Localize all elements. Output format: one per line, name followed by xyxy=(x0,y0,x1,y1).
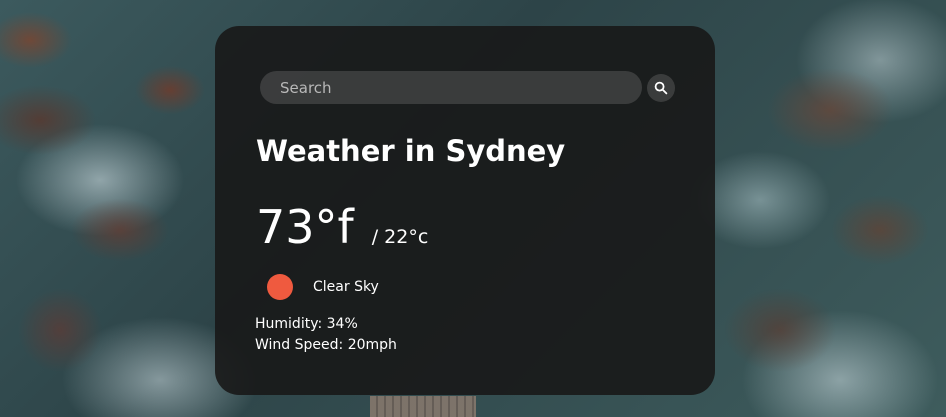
condition-description: Clear Sky xyxy=(313,279,379,295)
temperature-fahrenheit: 73°f xyxy=(256,200,354,254)
search-input[interactable] xyxy=(260,71,642,104)
search-bar xyxy=(260,70,675,105)
weather-details: Humidity: 34% Wind Speed: 20mph xyxy=(255,314,397,356)
search-button[interactable] xyxy=(647,74,675,102)
weather-card: Weather in Sydney 73°f / 22°c Clear Sky … xyxy=(215,26,715,395)
temperature-row: 73°f / 22°c xyxy=(256,200,428,254)
temperature-celsius: / 22°c xyxy=(371,226,429,248)
city-title: Weather in Sydney xyxy=(256,134,566,168)
humidity-text: Humidity: 34% xyxy=(255,316,358,332)
search-icon xyxy=(654,81,668,95)
page-background: { "search": { "placeholder": "Search", "… xyxy=(0,0,946,417)
condition-row: Clear Sky xyxy=(267,274,379,300)
wind-speed-text: Wind Speed: 20mph xyxy=(255,337,397,353)
background-dock xyxy=(370,396,476,417)
sun-icon xyxy=(267,274,293,300)
